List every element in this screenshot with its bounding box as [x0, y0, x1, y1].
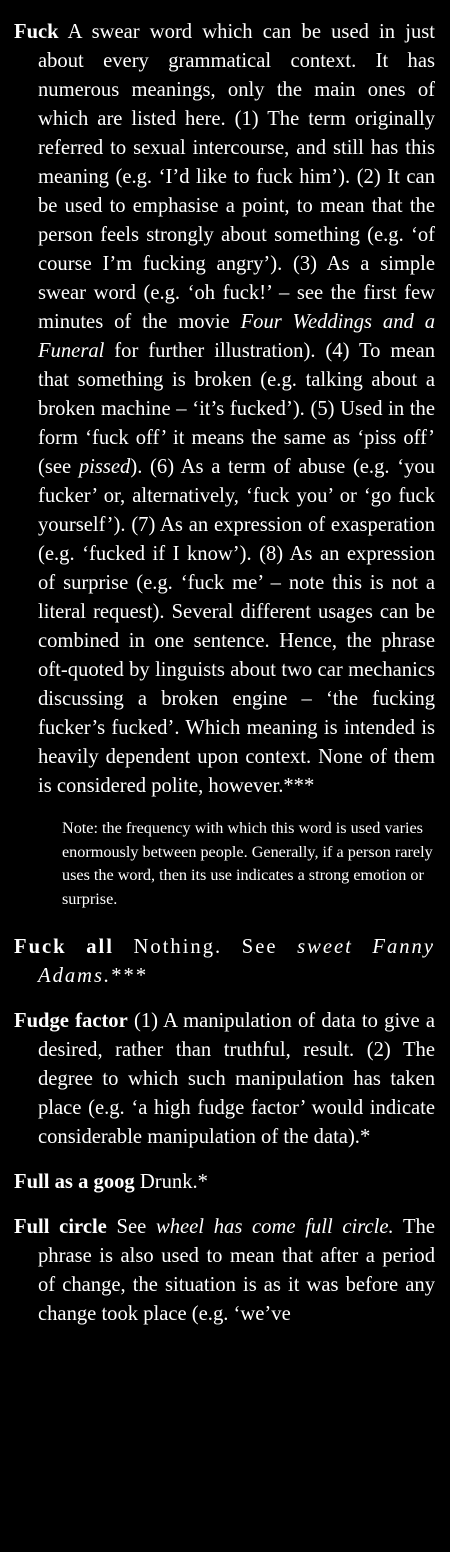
entry-fuck-all: Fuck all Nothing. See sweet Fanny Adams.…	[14, 933, 435, 991]
italic-reference: pissed	[78, 456, 131, 478]
entry-fuck-all-text: Fuck all Nothing. See sweet Fanny Adams.…	[14, 933, 435, 991]
entry-fudge-factor-text: Fudge factor (1) A manipulation of data …	[14, 1007, 435, 1152]
headword: Fuck	[14, 21, 59, 43]
entry-full-as-a-goog-text: Full as a goog Drunk.*	[14, 1168, 435, 1197]
usage-note: Note: the frequency with which this word…	[62, 819, 433, 908]
definition-text: Nothing. See	[113, 936, 298, 958]
headword: Fuck all	[14, 936, 114, 958]
headword: Fudge factor	[14, 1010, 128, 1032]
entry-fudge-factor: Fudge factor (1) A manipulation of data …	[14, 1007, 435, 1152]
dictionary-page: Fuck A swear word which can be used in j…	[14, 18, 435, 1345]
definition-text: ***	[111, 965, 149, 987]
definition-text: ). (6) As a term of abuse (e.g. ‘you fuc…	[38, 456, 435, 797]
italic-reference: wheel has come full circle.	[155, 1216, 394, 1238]
definition-text: See	[106, 1216, 156, 1238]
entry-fuck: Fuck A swear word which can be used in j…	[14, 18, 435, 801]
entry-fuck-text: Fuck A swear word which can be used in j…	[14, 18, 435, 801]
entry-full-circle: Full circle See wheel has come full circ…	[14, 1213, 435, 1329]
entry-full-circle-text: Full circle See wheel has come full circ…	[14, 1213, 435, 1329]
entry-full-as-a-goog: Full as a goog Drunk.*	[14, 1168, 435, 1197]
definition-text: Drunk.*	[134, 1171, 208, 1193]
headword: Full as a goog	[14, 1171, 135, 1193]
definition-text: A swear word which can be used in just a…	[38, 21, 435, 333]
headword: Full circle	[14, 1216, 107, 1238]
